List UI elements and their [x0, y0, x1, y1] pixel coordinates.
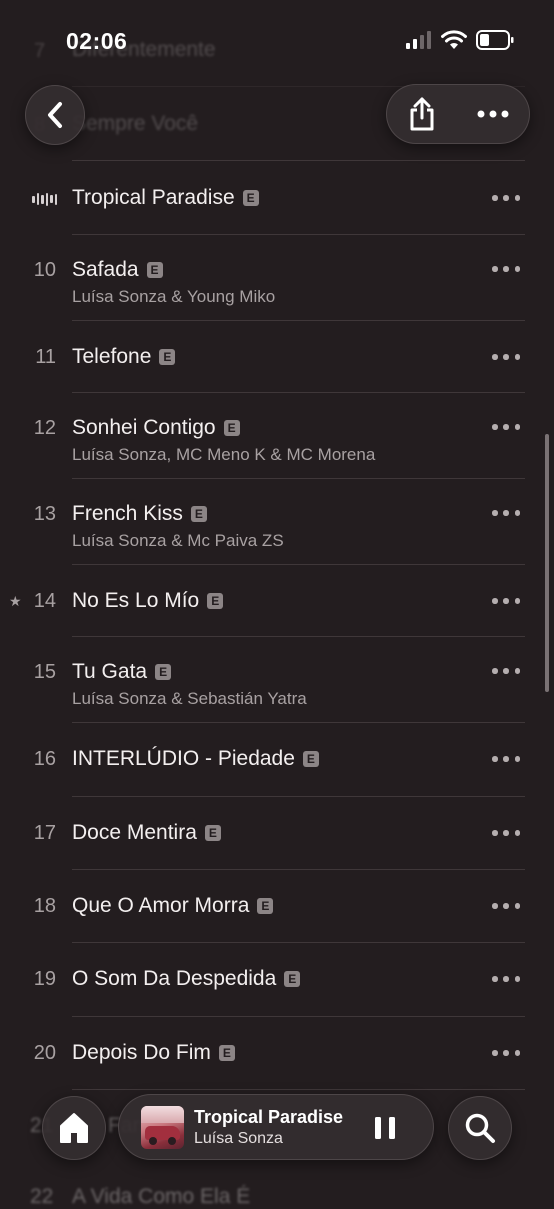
explicit-badge: E: [302, 751, 319, 767]
more-options-button[interactable]: [492, 829, 520, 837]
explicit-badge: E: [159, 349, 176, 365]
track-title: INTERLÚDIO - Piedade: [72, 747, 295, 770]
track-title: Que O Amor Morra: [72, 894, 250, 917]
explicit-badge: E: [207, 593, 224, 609]
track-row[interactable]: 17 Doce Mentira E: [0, 797, 554, 869]
star-icon: ★: [9, 593, 22, 609]
status-time: 02:06: [66, 28, 128, 54]
share-icon[interactable]: [407, 96, 437, 132]
track-row[interactable]: 16 INTERLÚDIO - Piedade E: [0, 723, 554, 796]
track-number: 22: [30, 1185, 54, 1208]
chevron-left-icon: [48, 102, 62, 128]
more-options-button[interactable]: [492, 667, 520, 675]
status-bar: 02:06: [0, 0, 554, 84]
track-artist: Luísa Sonza & Sebastián Yatra: [72, 689, 307, 708]
album-artwork: [141, 1105, 184, 1149]
track-number: 15: [33, 661, 56, 683]
track-title: Depois Do Fim: [72, 1041, 211, 1064]
track-title: Sonhei Contigo: [72, 416, 216, 439]
explicit-badge: E: [146, 262, 163, 278]
more-options-button[interactable]: [492, 194, 520, 202]
mini-player-artist: Luísa Sonza: [194, 1129, 283, 1147]
more-options-button[interactable]: [492, 423, 520, 431]
more-options-button[interactable]: [492, 597, 520, 605]
track-row[interactable]: 11 Telefone E: [0, 321, 554, 392]
more-options-button[interactable]: [492, 902, 520, 910]
track-number: 17: [33, 822, 56, 844]
more-options-button[interactable]: [492, 509, 520, 517]
explicit-badge: E: [218, 1045, 235, 1061]
track-number: 18: [33, 895, 56, 917]
track-row[interactable]: 19 O Som Da Despedida E: [0, 943, 554, 1016]
track-number: 16: [33, 748, 56, 770]
mini-player[interactable]: Tropical Paradise Luísa Sonza: [118, 1094, 434, 1160]
explicit-badge: E: [257, 898, 274, 914]
track-row[interactable]: 12 Sonhei Contigo E Luísa Sonza, MC Meno…: [0, 393, 554, 478]
track-row[interactable]: ★ 14 No Es Lo Mío E: [0, 565, 554, 636]
status-icons: [406, 30, 514, 50]
search-icon: [465, 1113, 495, 1143]
explicit-badge: E: [190, 506, 207, 522]
waveform-icon: [32, 192, 57, 206]
track-row[interactable]: 18 Que O Amor Morra E: [0, 870, 554, 942]
track-number: 14: [33, 590, 56, 612]
more-options-button[interactable]: [492, 353, 520, 361]
search-button[interactable]: [448, 1096, 512, 1160]
track-artist: Luísa Sonza, MC Meno K & MC Morena: [72, 445, 376, 464]
more-options-button[interactable]: [492, 265, 520, 273]
track-number: 10: [33, 259, 56, 281]
explicit-badge: E: [204, 825, 221, 841]
track-artist: Luísa Sonza & Young Miko: [72, 287, 276, 306]
scrollbar[interactable]: [545, 434, 549, 692]
track-row[interactable]: 13 French Kiss E Luísa Sonza & Mc Paiva …: [0, 479, 554, 564]
track-title: Doce Mentira: [72, 821, 197, 844]
track-title: Safada: [72, 258, 139, 281]
cellular-signal-icon: [406, 31, 431, 49]
explicit-badge: E: [242, 190, 259, 206]
track-number: 20: [33, 1042, 56, 1064]
track-title: O Som Da Despedida: [72, 967, 277, 990]
home-icon: [60, 1113, 88, 1143]
track-title: No Es Lo Mío: [72, 589, 200, 612]
track-number: 19: [33, 968, 56, 990]
more-options-button[interactable]: [492, 755, 520, 763]
more-options-button[interactable]: [492, 975, 520, 983]
mini-player-title: Tropical Paradise: [194, 1106, 344, 1127]
track-number: 11: [35, 346, 56, 368]
home-button[interactable]: [42, 1096, 106, 1160]
track-title: Tu Gata: [72, 660, 148, 683]
explicit-badge: E: [284, 971, 301, 987]
track-row-now-playing[interactable]: Tropical Paradise E: [0, 161, 554, 234]
ellipsis-icon[interactable]: [477, 110, 509, 118]
track-row[interactable]: 15 Tu Gata E Luísa Sonza & Sebastián Yat…: [0, 637, 554, 722]
track-row[interactable]: 20 Depois Do Fim E: [0, 1017, 554, 1089]
track-title: Tropical Paradise: [72, 186, 235, 209]
more-options-button[interactable]: [492, 1049, 520, 1057]
track-artist: Luísa Sonza & Mc Paiva ZS: [72, 531, 284, 550]
explicit-badge: E: [155, 664, 172, 680]
track-row[interactable]: 10 Safada E Luísa Sonza & Young Miko: [0, 235, 554, 320]
explicit-badge: E: [223, 420, 240, 436]
track-title: Telefone: [72, 345, 152, 368]
track-title: French Kiss: [72, 502, 183, 525]
track-number: 12: [33, 417, 56, 439]
battery-icon: [476, 30, 514, 50]
track-number: 13: [33, 503, 56, 525]
wifi-icon: [441, 30, 467, 49]
row-separator: [72, 1089, 525, 1090]
back-button[interactable]: [25, 85, 85, 145]
track-title: Sempre Você: [72, 112, 199, 135]
action-pill: [386, 84, 530, 144]
track-title: A Vida Como Ela É: [72, 1185, 251, 1208]
pause-icon[interactable]: [375, 1117, 395, 1139]
